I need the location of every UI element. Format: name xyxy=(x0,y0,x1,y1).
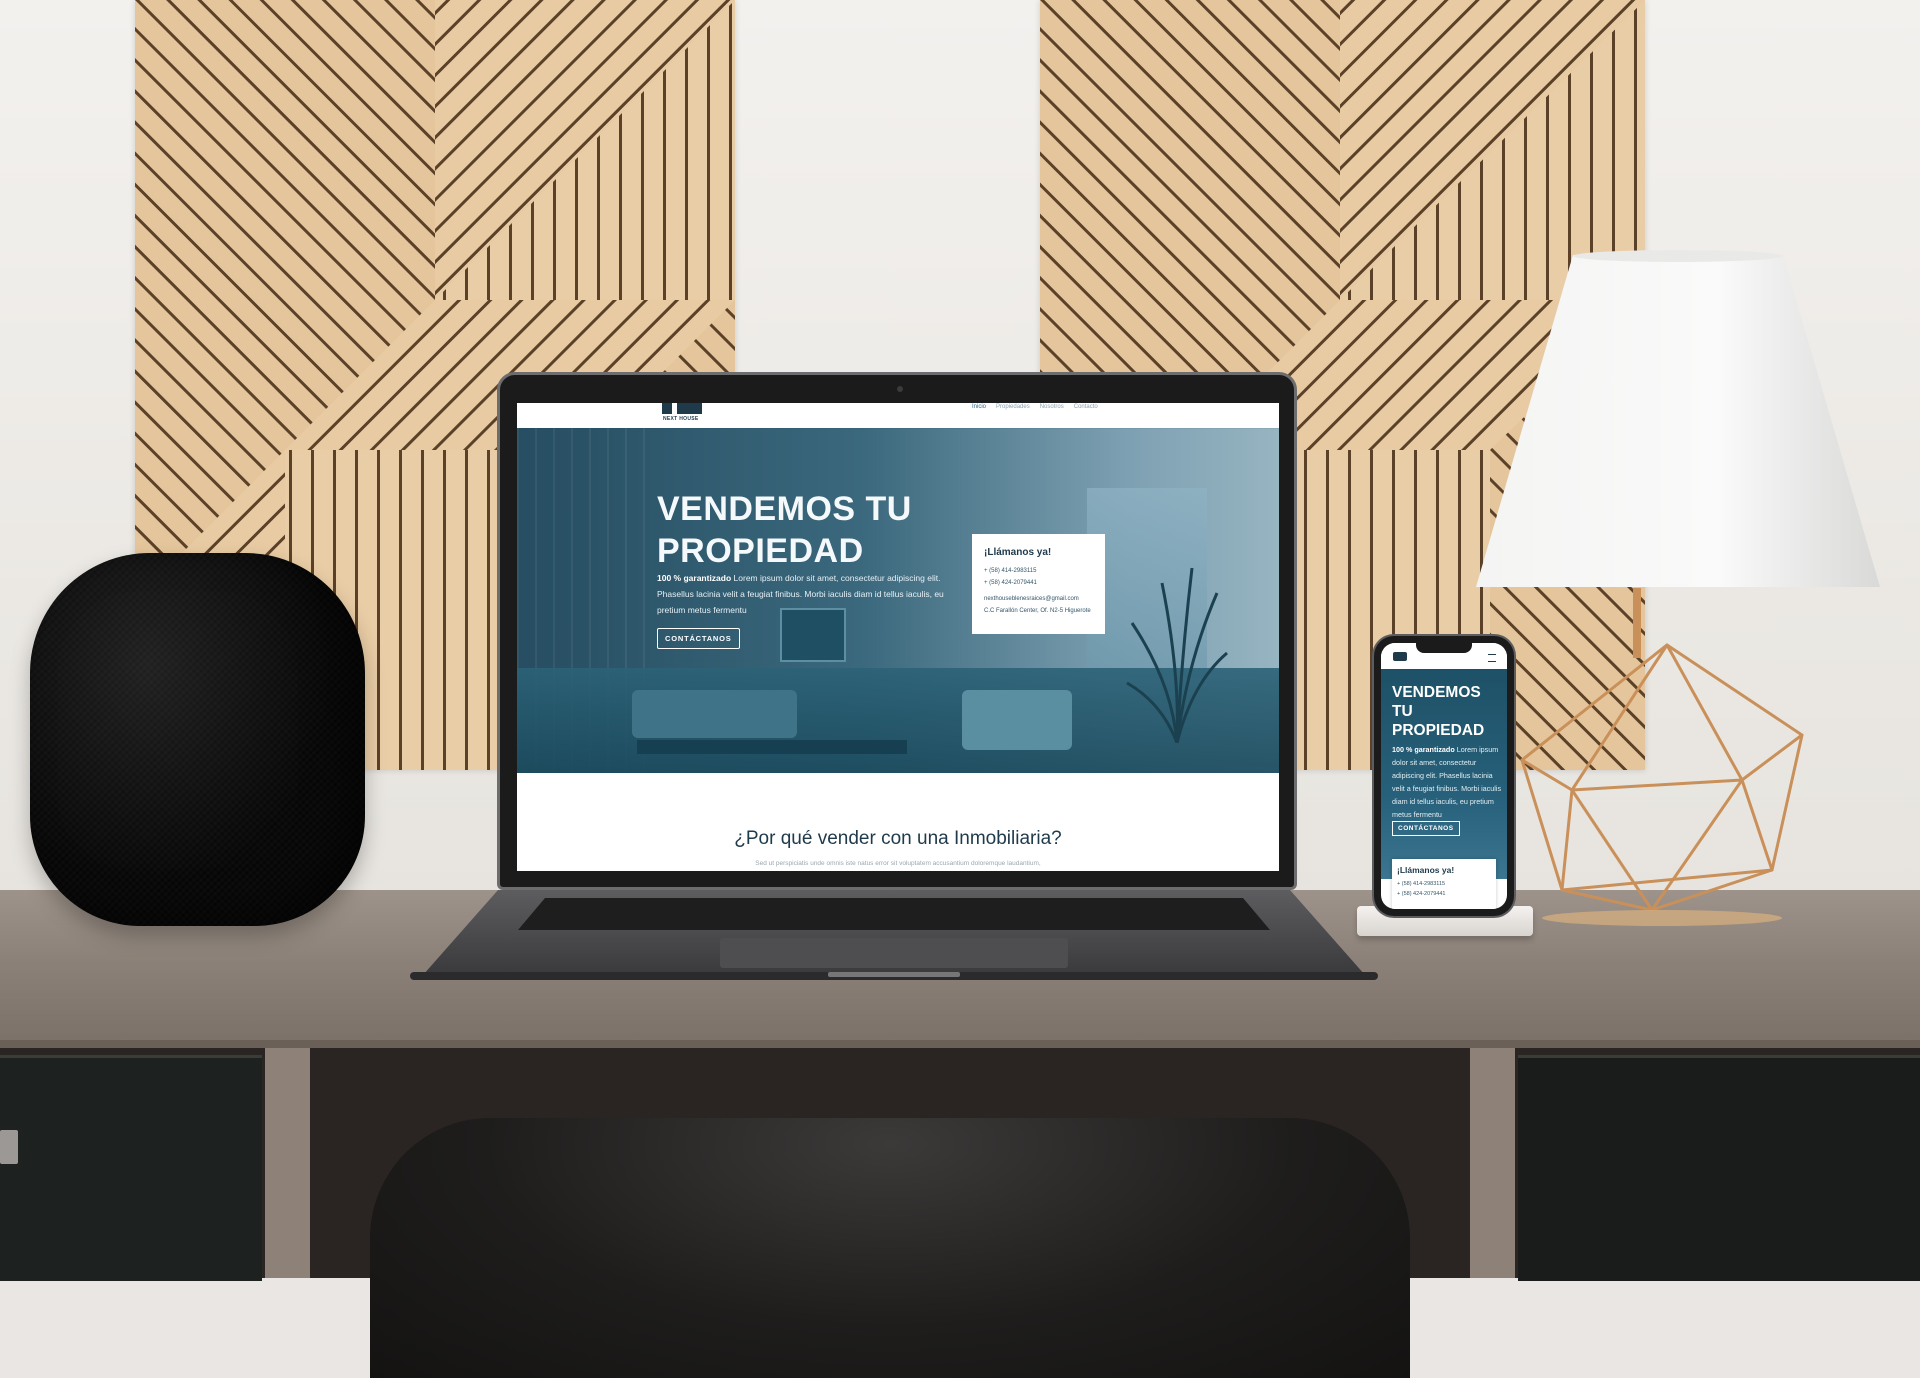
house-logo-icon[interactable] xyxy=(1393,652,1407,661)
nav-item-contacto[interactable]: Contacto xyxy=(1074,404,1098,410)
hero-description: 100 % garantizado Lorem ipsum dolor sit … xyxy=(657,570,957,618)
hero-sofa-left xyxy=(632,690,797,738)
section-title: ¿Por qué vender con una Inmobiliaria? xyxy=(734,828,1062,849)
lamp-geometric-base xyxy=(1520,643,1804,926)
hero-coffee-table xyxy=(637,740,907,754)
phone-contact-card: ¡Llámanos ya! + (58) 414-2983115 + (58) … xyxy=(1392,859,1496,909)
contact-card-title: ¡Llámanos ya! xyxy=(984,547,1052,558)
phone-desc-text: Lorem ipsum dolor sit amet, consectetur … xyxy=(1392,745,1502,819)
hamburger-menu-icon[interactable] xyxy=(1488,654,1496,662)
phone-screen: VENDEMOS TU PROPIEDAD 100 % garantizado … xyxy=(1381,643,1507,909)
phone-desc-bold: 100 % garantizado xyxy=(1392,745,1455,754)
hero-plant xyxy=(1126,567,1228,743)
contact-email[interactable]: nexthouseblenesraices@gmail.com xyxy=(984,596,1079,602)
contact-phone-1[interactable]: + (58) 414-2983115 xyxy=(984,568,1036,574)
site-menu: Inicio Propiedades Nosotros Contacto xyxy=(972,404,1098,410)
phone-card-phone-2[interactable]: + (58) 424-2079441 xyxy=(1397,891,1445,897)
phone-card-title: ¡Llámanos ya! xyxy=(1397,865,1455,875)
smart-speaker xyxy=(30,553,365,926)
site-logo-text: NEXT HOUSE xyxy=(663,416,699,422)
contact-phone-2[interactable]: + (58) 424-2079441 xyxy=(984,580,1037,586)
section-subtitle: Sed ut perspiciatis unde omnis iste natu… xyxy=(755,860,1041,867)
office-chair xyxy=(370,1118,1410,1378)
contact-address: C.C Farallón Center, Of. N2-5 Higuerote xyxy=(984,608,1091,614)
lamp-shade xyxy=(1476,250,1880,587)
phone-hero-title: VENDEMOS TU PROPIEDAD xyxy=(1392,684,1485,739)
contact-button[interactable]: CONTÁCTANOS xyxy=(657,628,740,649)
phone-contact-button[interactable]: CONTÁCTANOS xyxy=(1392,821,1460,836)
phone-hero-description: 100 % garantizado Lorem ipsum dolor sit … xyxy=(1392,743,1502,821)
phone-notch xyxy=(1416,643,1472,653)
drawer-handle xyxy=(0,1130,18,1164)
drawer-left xyxy=(0,1055,262,1281)
nav-item-propiedades[interactable]: Propiedades xyxy=(996,404,1030,410)
hero-section: VENDEMOS TU PROPIEDAD 100 % garantizado … xyxy=(517,428,1279,773)
desk-leg-left xyxy=(265,1048,310,1278)
hero-sofa-right xyxy=(962,690,1072,750)
laptop-camera xyxy=(897,386,903,392)
contact-card: ¡Llámanos ya! + (58) 414-2983115 + (58) … xyxy=(972,534,1105,634)
drawer-right xyxy=(1518,1055,1920,1281)
nav-item-inicio[interactable]: Inicio xyxy=(972,404,986,410)
hero-title: VENDEMOS TU PROPIEDAD xyxy=(657,490,912,570)
hero-desc-bold: 100 % garantizado xyxy=(657,573,732,583)
house-logo-icon[interactable] xyxy=(662,403,702,414)
phone-card-phone-1[interactable]: + (58) 414-2983115 xyxy=(1397,881,1445,887)
desk-leg-right xyxy=(1470,1048,1515,1278)
laptop-screen: NEXT HOUSE Inicio Propiedades Nosotros C… xyxy=(517,403,1279,871)
site-navbar: NEXT HOUSE Inicio Propiedades Nosotros C… xyxy=(517,403,1279,429)
nav-item-nosotros[interactable]: Nosotros xyxy=(1040,404,1064,410)
laptop-base xyxy=(410,890,1378,980)
